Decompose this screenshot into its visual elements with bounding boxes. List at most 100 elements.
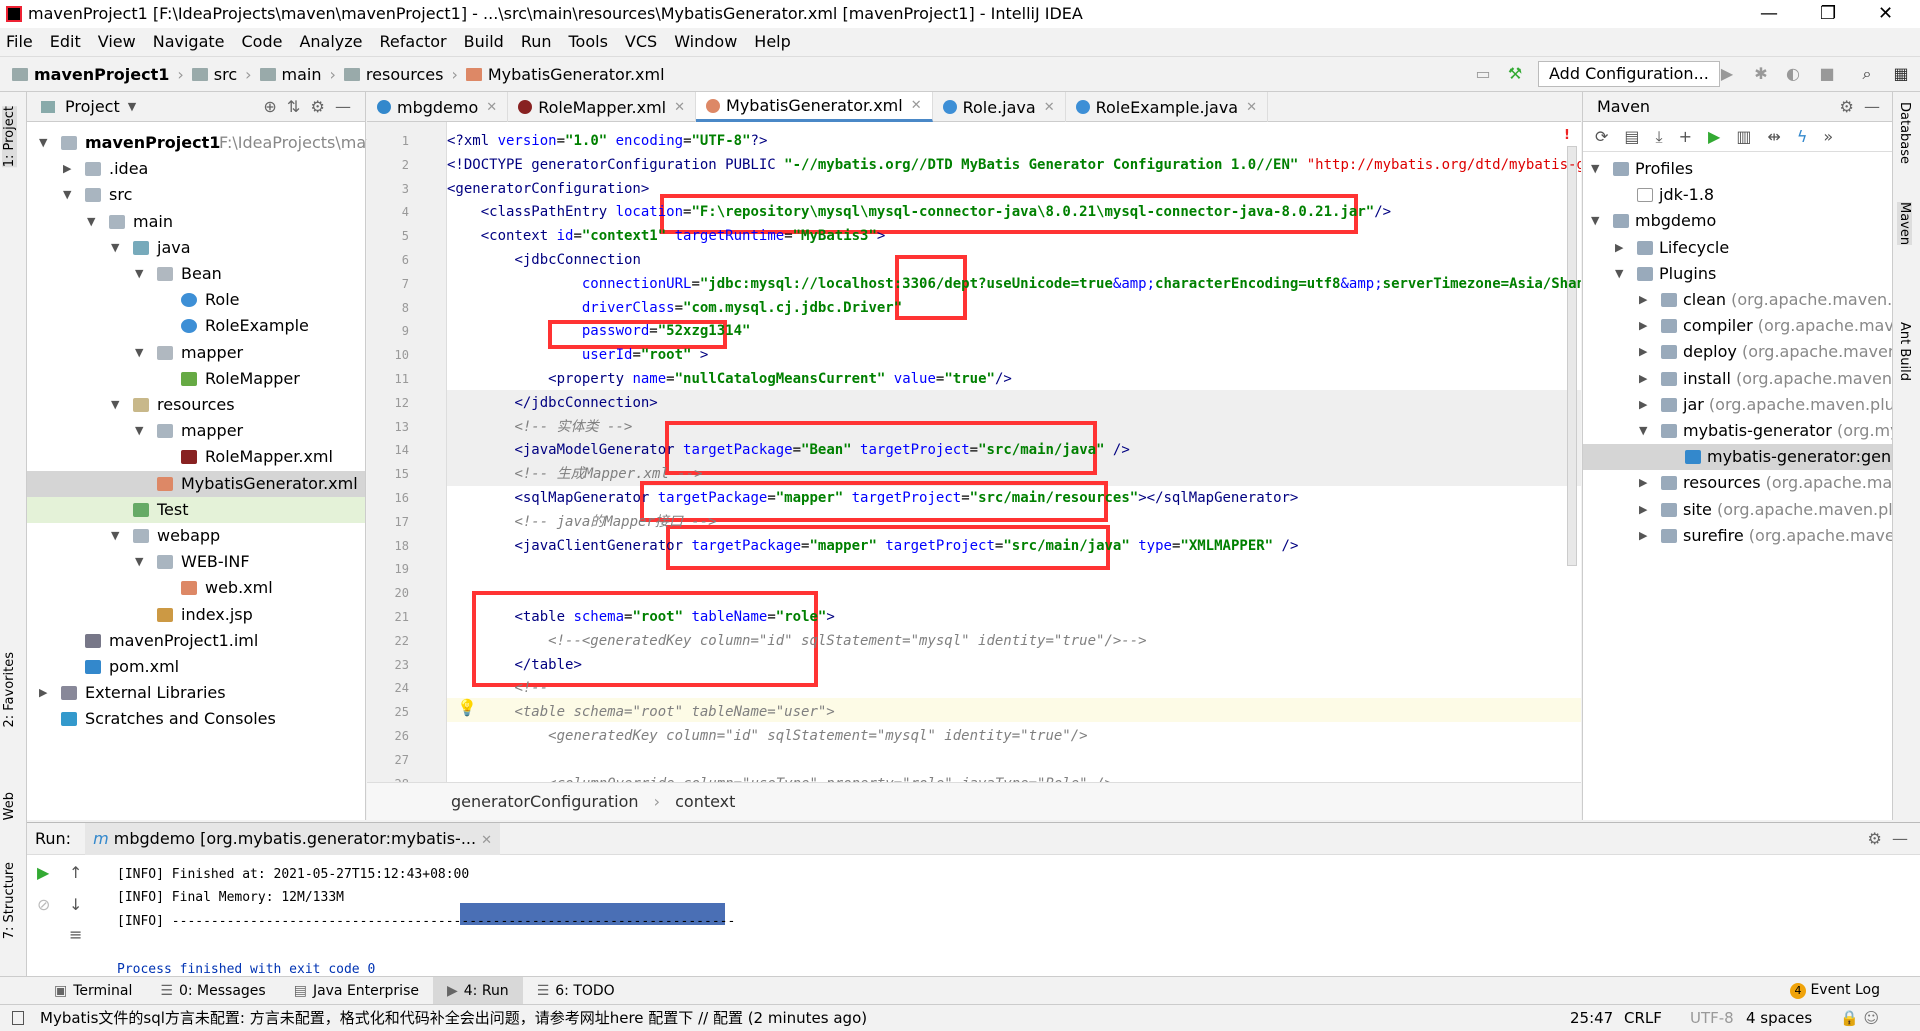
maven-tree-item[interactable]: ▶ deploy (org.apache.maven.plugins) [1583, 339, 1893, 365]
chevron-right-icon[interactable]: ▶ [1639, 392, 1647, 418]
breadcrumb-item[interactable]: main [259, 65, 322, 84]
breadcrumb-item[interactable]: generatorConfiguration [451, 792, 639, 811]
project-tree-item[interactable]: ▼ java [27, 235, 365, 261]
menu-refactor[interactable]: Refactor [380, 28, 447, 56]
maven-tree-item[interactable]: ▶ site (org.apache.maven.plugins) [1583, 497, 1893, 523]
download-icon[interactable]: ⤓ [1656, 127, 1663, 147]
coverage-icon[interactable]: ◐ [1784, 65, 1802, 83]
menu-run[interactable]: Run [521, 28, 552, 56]
soft-wrap-icon[interactable]: ≡ [69, 925, 82, 944]
stop-icon[interactable]: ■ [1818, 65, 1836, 83]
chevron-down-icon[interactable]: ▼ [135, 418, 143, 444]
tool-tab[interactable]: ☰ 6: TODO [523, 977, 629, 1005]
plus-icon[interactable]: + [1679, 127, 1692, 146]
tool-windows-icon[interactable] [12, 1011, 24, 1025]
debug-icon[interactable]: ✱ [1752, 65, 1770, 83]
maven-tree-item[interactable]: ▼ Plugins [1583, 261, 1893, 287]
project-tree-item[interactable]: index.jsp [27, 602, 365, 628]
chevron-right-icon[interactable]: ▶ [1639, 497, 1647, 523]
scroll-up-icon[interactable]: ↑ [69, 863, 82, 882]
tool-tab[interactable]: ▤ Java Enterprise [280, 977, 433, 1005]
editor-tab[interactable]: RoleExample.java ✕ [1066, 92, 1268, 122]
project-tree-item[interactable]: ▼ WEB-INF [27, 549, 365, 575]
chevron-down-icon[interactable]: ▼ [128, 100, 136, 113]
project-tree-item[interactable]: RoleMapper.xml [27, 444, 365, 470]
breadcrumb-item[interactable]: MybatisGenerator.xml [465, 65, 665, 84]
chevron-down-icon[interactable]: ▼ [111, 523, 119, 549]
project-tree-item[interactable]: pom.xml [27, 654, 365, 680]
breadcrumb-item[interactable]: mavenProject1 [12, 65, 169, 84]
chevron-right-icon[interactable]: ▶ [1639, 287, 1647, 313]
line-separator[interactable]: CRLF [1624, 1005, 1662, 1031]
run-icon[interactable]: ▶ [1718, 65, 1736, 83]
favorites-tool-tab[interactable]: 2: Favorites [2, 652, 17, 728]
chevron-right-icon[interactable]: ▶ [1639, 470, 1647, 496]
file-encoding[interactable]: UTF-8 [1690, 1005, 1734, 1031]
project-panel-title[interactable]: Project [65, 97, 120, 116]
project-tree-item[interactable]: ▼ main [27, 209, 365, 235]
menu-build[interactable]: Build [464, 28, 504, 56]
execute-goal-icon[interactable]: ▥ [1736, 127, 1751, 146]
chevron-down-icon[interactable]: ▼ [111, 392, 119, 418]
editor-tab[interactable]: RoleMapper.xml ✕ [508, 92, 697, 122]
chevron-right-icon[interactable]: ▶ [1639, 523, 1647, 549]
maven-tool-tab[interactable]: Maven [1897, 202, 1912, 246]
stop-icon[interactable]: ⊘ [37, 895, 50, 914]
web-tool-tab[interactable]: Web [2, 792, 17, 820]
project-tree-item[interactable]: ▼ src [27, 182, 365, 208]
database-tool-tab[interactable]: Database [1897, 102, 1912, 164]
close-tab-icon[interactable]: ✕ [1044, 100, 1055, 115]
maven-tree-item[interactable]: ▶ install (org.apache.maven.plugins) [1583, 366, 1893, 392]
chevron-down-icon[interactable]: ▼ [87, 209, 95, 235]
menu-vcs[interactable]: VCS [625, 28, 657, 56]
chevron-down-icon[interactable]: ▼ [1615, 261, 1623, 287]
chevron-down-icon[interactable]: ▼ [135, 549, 143, 575]
tool-tab[interactable]: ▣ Terminal [40, 977, 146, 1005]
caret-position[interactable]: 25:47 [1570, 1005, 1613, 1031]
maven-tree-item[interactable]: mybatis-generator:generate [1583, 444, 1893, 471]
chevron-right-icon[interactable]: ▶ [1639, 366, 1647, 392]
add-configuration-button[interactable]: Add Configuration... [1538, 61, 1720, 87]
minimize-button[interactable]: — [1760, 0, 1778, 28]
skip-tests-icon[interactable]: ϟ [1797, 127, 1808, 146]
layout-icon[interactable]: ▭ [1474, 65, 1492, 83]
project-tree-item[interactable]: ▼ Bean [27, 261, 365, 287]
menu-view[interactable]: View [98, 28, 136, 56]
close-tab-icon[interactable]: ✕ [911, 98, 922, 113]
more-icon[interactable]: » [1823, 127, 1833, 146]
project-tree-item[interactable]: ▼ mapper [27, 340, 365, 366]
close-tab-icon[interactable]: ✕ [1246, 100, 1257, 115]
close-tab-icon[interactable]: ✕ [481, 833, 492, 848]
panel-actions-icons[interactable]: ⚙ — [1867, 829, 1908, 848]
project-tree-item[interactable]: Scratches and Consoles [27, 706, 365, 732]
chevron-down-icon[interactable]: ▼ [135, 340, 143, 366]
panel-actions-icons[interactable]: ⊕ ⇅ ⚙ — [263, 97, 351, 116]
maven-tree-item[interactable]: ▶ jar (org.apache.maven.plugins) [1583, 392, 1893, 418]
chevron-right-icon[interactable]: ▶ [1639, 313, 1647, 339]
search-icon[interactable]: ⌕ [1858, 65, 1876, 83]
project-tool-tab[interactable]: 1: Project [2, 106, 17, 168]
menu-tools[interactable]: Tools [569, 28, 608, 56]
structure-tool-tab[interactable]: 7: Structure [2, 862, 17, 939]
chevron-right-icon[interactable]: ▶ [1639, 339, 1647, 365]
code-editor[interactable]: 1 2 3 4 5 6 7 8 9 10 11 12 13 14 15 16 17 18 19 20 21 22 23 24 2… [367, 122, 1581, 782]
maven-tree-item[interactable]: ▼ mybatis-generator (org.mybatis.generato… [1583, 418, 1893, 444]
menu-analyze[interactable]: Analyze [299, 28, 362, 56]
maven-tree-item[interactable]: ▶ surefire (org.apache.maven.plugins) [1583, 523, 1893, 549]
menu-file[interactable]: File [6, 28, 33, 56]
editor-tab[interactable]: mbgdemo ✕ [367, 92, 509, 122]
lock-git-icons[interactable]: 🔒 ☺ [1840, 1005, 1879, 1031]
chevron-down-icon[interactable]: ▼ [63, 182, 71, 208]
menu-window[interactable]: Window [674, 28, 737, 56]
menu-navigate[interactable]: Navigate [153, 28, 225, 56]
project-tree-item[interactable]: Test [27, 496, 365, 523]
rerun-icon[interactable]: ▶ [37, 863, 49, 882]
breadcrumb-item[interactable]: resources [343, 65, 443, 84]
close-button[interactable]: ✕ [1878, 0, 1893, 28]
maven-tree-item[interactable]: ▶ compiler (org.apache.maven.plugins) [1583, 313, 1893, 339]
menu-edit[interactable]: Edit [50, 28, 81, 56]
menu-code[interactable]: Code [242, 28, 283, 56]
chevron-down-icon[interactable]: ▼ [39, 130, 47, 156]
chevron-down-icon[interactable]: ▼ [1591, 156, 1599, 182]
maven-tree-item[interactable]: ▼ mbgdemo [1583, 208, 1893, 234]
